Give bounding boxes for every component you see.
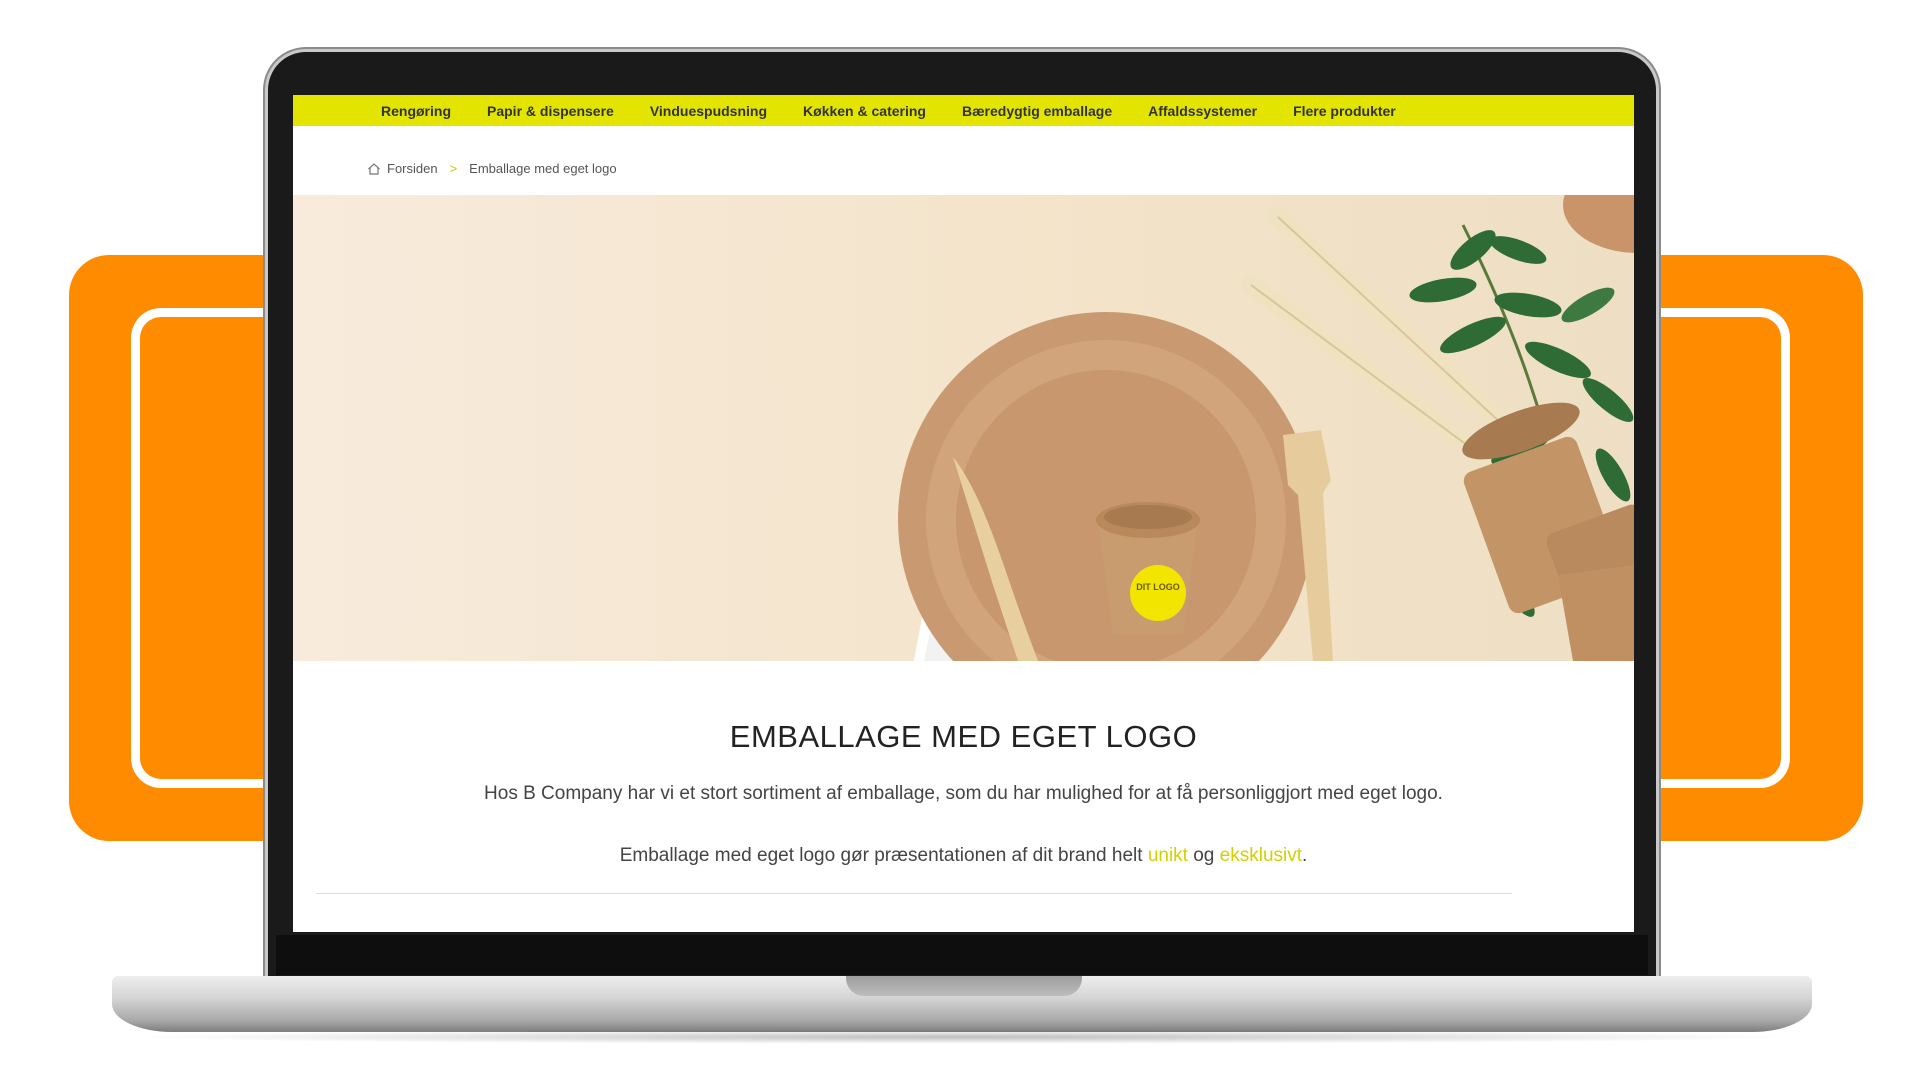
brand-text: Emballage med eget logo gør præsentation… (293, 845, 1634, 867)
main-nav: Rengøring Papir & dispensere Vinduespuds… (293, 95, 1634, 126)
orange-outline-left (131, 308, 281, 788)
nav-item-rengoring[interactable]: Rengøring (381, 103, 451, 119)
link-eksklusivt[interactable]: eksklusivt (1220, 845, 1302, 866)
laptop-bezel (276, 935, 1648, 975)
laptop-notch (846, 976, 1082, 996)
hero-image: DIT LOGO (898, 195, 1634, 661)
laptop-screen: Rengøring Papir & dispensere Vinduespuds… (293, 95, 1634, 932)
brand-text-prefix: Emballage med eget logo gør præsentation… (619, 845, 1148, 866)
paper-cup: DIT LOGO (1096, 502, 1200, 635)
breadcrumb-current: Emballage med eget logo (469, 161, 617, 176)
home-icon (367, 162, 381, 176)
link-unikt[interactable]: unikt (1148, 845, 1188, 866)
laptop-shadow (120, 1030, 1804, 1044)
brand-text-mid: og (1187, 845, 1220, 866)
nav-item-papir[interactable]: Papir & dispensere (487, 103, 614, 119)
intro-text: Hos B Company har vi et stort sortiment … (484, 783, 1443, 804)
divider (316, 893, 1512, 894)
svg-text:DIT LOGO: DIT LOGO (1136, 582, 1180, 592)
logo-sticker (1130, 565, 1186, 621)
brand-text-suffix: . (1302, 845, 1308, 866)
hero-banner: DIT LOGO (293, 195, 1634, 661)
nav-item-vinduespudsning[interactable]: Vinduespudsning (650, 103, 767, 119)
breadcrumb: Forsiden > Emballage med eget logo (367, 161, 617, 176)
nav-item-baeredygtig[interactable]: Bæredygtig emballage (962, 103, 1112, 119)
orange-outline-right (1640, 308, 1790, 788)
breadcrumb-separator: > (449, 161, 458, 176)
breadcrumb-home[interactable]: Forsiden (387, 161, 438, 176)
nav-item-affald[interactable]: Affaldssystemer (1148, 103, 1257, 119)
nav-item-kokken[interactable]: Køkken & catering (803, 103, 926, 119)
paper-plate (898, 312, 1314, 661)
nav-item-flere[interactable]: Flere produkter (1293, 103, 1396, 119)
page-title: EMBALLAGE MED EGET LOGO (729, 719, 1198, 754)
